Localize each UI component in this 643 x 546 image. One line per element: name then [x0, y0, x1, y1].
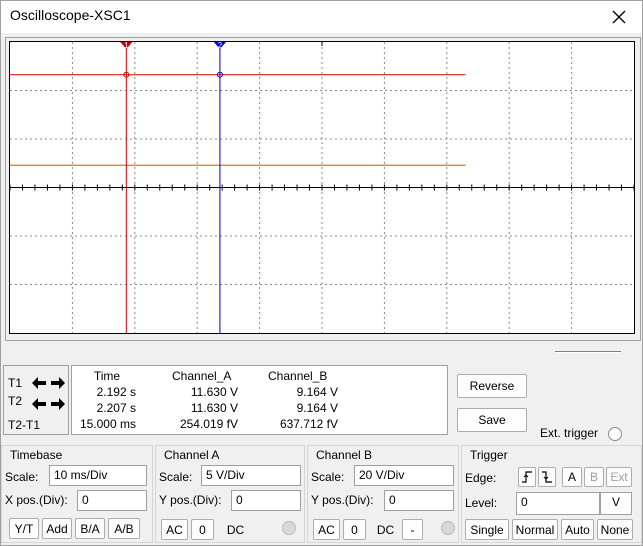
t2-t1-label: T2-T1	[8, 418, 41, 432]
t1-channel-a: 11.630 V	[190, 385, 238, 399]
channel-b-ac-button[interactable]: AC	[313, 519, 340, 540]
trigger-edge-label: Edge:	[465, 471, 497, 485]
channel-a-title: Channel A	[164, 448, 220, 462]
normal-trigger-button[interactable]: Normal	[512, 519, 558, 540]
channel-a-scale-label: Scale:	[159, 470, 193, 484]
channel-a-column: Channel_A 11.630 V 11.630 V 254.019 fV	[172, 368, 238, 432]
trigger-source-a-button[interactable]: A	[562, 467, 582, 487]
t2-label: T2	[8, 394, 23, 408]
arrow-right-icon	[50, 376, 65, 389]
channel-b-invert-button[interactable]: -	[402, 519, 423, 540]
title-bar: Oscilloscope-XSC1	[1, 1, 642, 33]
trigger-source-ext-button[interactable]: Ext	[606, 467, 632, 487]
timebase-scale-field[interactable]: 10 ms/Div	[49, 465, 147, 486]
cursor-1-number: 1	[124, 42, 129, 50]
channel-b-title: Channel B	[316, 448, 373, 462]
channel-a-ac-button[interactable]: AC	[161, 519, 188, 540]
channel-a-ypos-label: Y pos.(Div):	[159, 493, 222, 507]
arrow-right-icon	[50, 397, 65, 410]
reverse-button[interactable]: Reverse	[457, 374, 527, 398]
diff-channel-a: 254.019 fV	[179, 417, 238, 431]
yt-mode-button[interactable]: Y/T	[9, 518, 39, 539]
channel-b-ypos-label: Y pos.(Div):	[311, 493, 374, 507]
timebase-xpos-label: X pos.(Div):	[5, 493, 68, 507]
time-column: Time 2.192 s 2.207 s 15.000 ms	[78, 368, 136, 432]
channel-b-scale-label: Scale:	[311, 470, 345, 484]
t1-right-button[interactable]	[49, 375, 66, 390]
time-header: Time	[93, 369, 121, 383]
channel-b-scale-field[interactable]: 20 V/Div	[354, 465, 454, 486]
arrow-left-icon	[31, 376, 46, 389]
trigger-title: Trigger	[470, 448, 508, 462]
ext-trigger-terminal[interactable]	[608, 427, 622, 441]
falling-edge-icon	[542, 471, 552, 483]
add-mode-button[interactable]: Add	[42, 518, 72, 539]
channel-b-zero-button[interactable]: 0	[343, 519, 366, 540]
scope-graph: 1 2	[10, 42, 634, 333]
t2-channel-b: 9.164 V	[296, 401, 338, 415]
channel-a-group: Channel A Scale: 5 V/Div Y pos.(Div): 0 …	[155, 445, 305, 543]
diff-time: 15.000 ms	[79, 417, 136, 431]
channel-b-terminal[interactable]	[441, 521, 455, 535]
channel-a-scale-field[interactable]: 5 V/Div	[201, 465, 301, 486]
ext-trigger-label: Ext. trigger	[540, 426, 599, 440]
ba-mode-button[interactable]: B/A	[75, 518, 105, 539]
close-button[interactable]	[596, 1, 642, 33]
rising-edge-icon	[522, 471, 532, 483]
scope-screen[interactable]: 1 2	[9, 41, 635, 334]
single-trigger-button[interactable]: Single	[465, 519, 509, 540]
close-icon	[612, 10, 626, 24]
channel-b-dc-button[interactable]: DC	[372, 519, 399, 540]
t1-time: 2.192 s	[96, 385, 136, 399]
channel-b-group: Channel B Scale: 20 V/Div Y pos.(Div): 0…	[307, 445, 459, 543]
trigger-level-label: Level:	[465, 496, 498, 510]
t2-time: 2.207 s	[96, 401, 136, 415]
trigger-group: Trigger Edge: A B Ext Level: 0 V Single …	[461, 445, 642, 543]
t2-left-button[interactable]	[30, 396, 47, 411]
channel-a-ypos-field[interactable]: 0	[231, 490, 301, 511]
channel-b-column: Channel_B 9.164 V 9.164 V 637.712 fV	[268, 368, 338, 432]
channel-b-ypos-field[interactable]: 0	[384, 490, 454, 511]
channel-b-header: Channel_B	[268, 369, 328, 383]
measurement-readout: Time 2.192 s 2.207 s 15.000 ms Channel_A…	[71, 365, 448, 435]
cursor-2-number: 2	[218, 42, 223, 50]
t1-channel-b: 9.164 V	[296, 385, 338, 399]
channel-a-zero-button[interactable]: 0	[191, 519, 214, 540]
timebase-title: Timebase	[10, 448, 63, 462]
timebase-group: Timebase Scale: 10 ms/Div X pos.(Div): 0…	[1, 445, 153, 543]
save-button[interactable]: Save	[457, 408, 527, 432]
cursor-controls: T1 T2 T2-T1	[3, 365, 69, 435]
rising-edge-button[interactable]	[518, 467, 536, 487]
t1-label: T1	[8, 376, 23, 390]
channel-a-dc-button[interactable]: DC	[222, 519, 249, 540]
t2-right-button[interactable]	[49, 396, 66, 411]
splitter-handle[interactable]	[555, 351, 621, 353]
trigger-source-b-button[interactable]: B	[584, 467, 604, 487]
trigger-level-field[interactable]: 0	[516, 492, 600, 515]
channel-a-header: Channel_A	[172, 369, 232, 383]
auto-trigger-button[interactable]: Auto	[561, 519, 594, 540]
oscilloscope-window: Oscilloscope-XSC1 1 2 T1 T2 T2-T1 Time 2…	[0, 0, 643, 546]
none-trigger-button[interactable]: None	[597, 519, 633, 540]
falling-edge-button[interactable]	[538, 467, 556, 487]
trigger-level-unit[interactable]: V	[600, 492, 632, 515]
timebase-scale-label: Scale:	[5, 470, 39, 484]
channel-a-terminal[interactable]	[282, 521, 296, 535]
arrow-left-icon	[31, 397, 46, 410]
window-title: Oscilloscope-XSC1	[10, 7, 131, 23]
t1-left-button[interactable]	[30, 375, 47, 390]
diff-channel-b: 637.712 fV	[279, 417, 338, 431]
ab-mode-button[interactable]: A/B	[108, 518, 140, 539]
t2-channel-a: 11.630 V	[190, 401, 238, 415]
timebase-xpos-field[interactable]: 0	[77, 490, 147, 511]
